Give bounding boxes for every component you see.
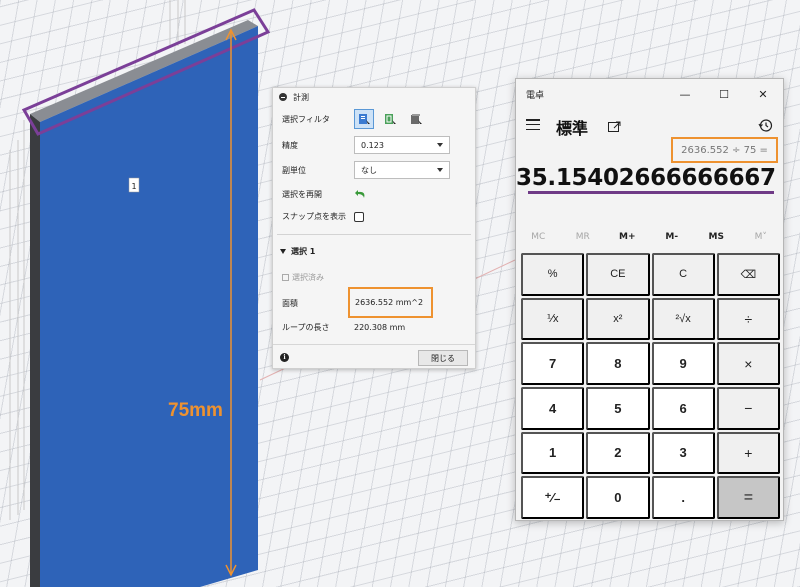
select-face-filter-icon[interactable] (354, 109, 374, 129)
close-button[interactable]: 閉じる (418, 350, 468, 366)
selection-square-icon (282, 274, 289, 281)
add-button[interactable]: + (716, 431, 780, 475)
multiply-button[interactable]: × (716, 342, 780, 385)
negate-button[interactable]: ⁺∕₋ (521, 476, 585, 519)
square-root-button[interactable]: ²√x (651, 297, 715, 341)
collapse-icon[interactable] (279, 93, 287, 101)
subtract-button[interactable]: − (716, 387, 780, 430)
square-button[interactable]: x² (586, 297, 650, 341)
area-label: 面積 (282, 299, 298, 308)
area-value-highlight: 2636.552 mm^2 (348, 287, 433, 318)
digit-9-button[interactable]: 9 (651, 342, 715, 385)
loop-length-row: ループの長さ 220.308 mm (282, 322, 405, 333)
precision-value: 0.123 (361, 140, 384, 150)
digit-7-button[interactable]: 7 (521, 342, 585, 385)
mode-title: 標準 (556, 119, 589, 138)
secondary-unit-label: 副単位 (282, 165, 306, 175)
chevron-down-icon (437, 168, 443, 172)
calculator-window: 電卓 — ☐ ✕ 標準 2636.552 ÷ 75 = 35.154026666… (515, 78, 784, 521)
digit-5-button[interactable]: 5 (586, 387, 650, 430)
snap-points-label: スナップ点を表示 (282, 212, 346, 221)
loop-length-value: 220.308 mm (354, 323, 406, 332)
selection-section-header[interactable]: 選択 1 (280, 246, 315, 257)
memory-store-button[interactable]: MS (694, 227, 739, 247)
snap-points-checkbox[interactable] (354, 211, 364, 222)
area-row: 面積 (282, 298, 354, 309)
area-value: 2636.552 mm^2 (355, 298, 424, 307)
plate-face[interactable] (40, 26, 258, 587)
clear-entry-button[interactable]: CE (586, 253, 650, 296)
memory-list-button[interactable]: M˅ (739, 227, 784, 247)
memory-add-button[interactable]: M+ (605, 227, 650, 247)
keypad: % CE C ⌫ ⅟x x² ²√x ÷ 7 8 9 × 4 5 6 − 1 2… (521, 253, 780, 519)
selected-indicator: 選択済み (282, 272, 324, 283)
digit-6-button[interactable]: 6 (651, 387, 715, 430)
chevron-down-icon (437, 143, 443, 147)
precision-dropdown[interactable]: 0.123 (354, 136, 450, 154)
keep-on-top-icon[interactable] (608, 118, 622, 132)
select-body-filter-icon[interactable] (406, 109, 426, 129)
clear-button[interactable]: C (651, 253, 715, 296)
close-window-button[interactable]: ✕ (754, 85, 772, 103)
restart-selection-label: 選択を再開 (282, 189, 322, 199)
secondary-unit-value: なし (361, 165, 377, 175)
digit-3-button[interactable]: 3 (651, 431, 715, 475)
measure-panel-header[interactable]: 計測 (273, 88, 475, 106)
expression-display: 2636.552 ÷ 75 = (681, 144, 768, 156)
snap-points-row: スナップ点を表示 (282, 211, 364, 222)
calculator-title: 電卓 (526, 91, 545, 101)
triangle-down-icon (280, 249, 286, 254)
info-icon[interactable]: i (280, 353, 289, 362)
secondary-unit-dropdown[interactable]: なし (354, 161, 450, 179)
dimension-label: 75mm (168, 400, 223, 421)
selected-label: 選択済み (292, 273, 324, 282)
precision-row: 精度 0.123 (282, 136, 450, 154)
divide-button[interactable]: ÷ (716, 297, 780, 341)
memory-clear-button[interactable]: MC (516, 227, 561, 247)
measure-panel-footer: i 閉じる (273, 344, 475, 370)
digit-4-button[interactable]: 4 (521, 387, 585, 430)
percent-button[interactable]: % (521, 253, 585, 296)
result-underline (528, 191, 774, 194)
restart-selection-row: 選択を再開 (282, 186, 368, 202)
memory-subtract-button[interactable]: M- (650, 227, 695, 247)
result-display: 35.15402666666667 (516, 165, 776, 191)
backspace-button[interactable]: ⌫ (716, 253, 780, 296)
face-tag-number: 1 (131, 182, 136, 191)
maximize-button[interactable]: ☐ (715, 85, 733, 103)
select-edge-filter-icon[interactable] (380, 109, 400, 129)
memory-recall-button[interactable]: MR (561, 227, 606, 247)
digit-0-button[interactable]: 0 (586, 476, 650, 519)
selection-filter-row: 選択フィルタ (282, 109, 432, 129)
selection-section-title: 選択 1 (291, 247, 316, 256)
menu-icon[interactable] (526, 119, 540, 130)
digit-1-button[interactable]: 1 (521, 431, 585, 475)
reciprocal-button[interactable]: ⅟x (521, 297, 585, 341)
restart-arrow-icon[interactable] (354, 186, 368, 202)
history-icon[interactable] (758, 118, 773, 133)
secondary-unit-row: 副単位 なし (282, 161, 450, 179)
selection-filter-label: 選択フィルタ (282, 114, 330, 124)
measure-panel: 計測 選択フィルタ 精度 0.123 副単位 なし 選択を再開 スナップ点を表示… (272, 87, 476, 369)
equals-button[interactable]: = (716, 476, 780, 519)
decimal-button[interactable]: . (651, 476, 715, 519)
measure-panel-title: 計測 (293, 92, 309, 102)
digit-2-button[interactable]: 2 (586, 431, 650, 475)
digit-8-button[interactable]: 8 (586, 342, 650, 385)
memory-row: MC MR M+ M- MS M˅ (516, 227, 783, 247)
minimize-button[interactable]: — (676, 85, 694, 103)
panel-divider (277, 234, 471, 235)
plate-side-edge (30, 114, 40, 587)
loop-length-label: ループの長さ (282, 323, 330, 332)
expression-highlight: 2636.552 ÷ 75 = (671, 137, 778, 163)
precision-label: 精度 (282, 140, 298, 150)
calculator-titlebar[interactable]: 電卓 — ☐ ✕ (516, 79, 783, 109)
